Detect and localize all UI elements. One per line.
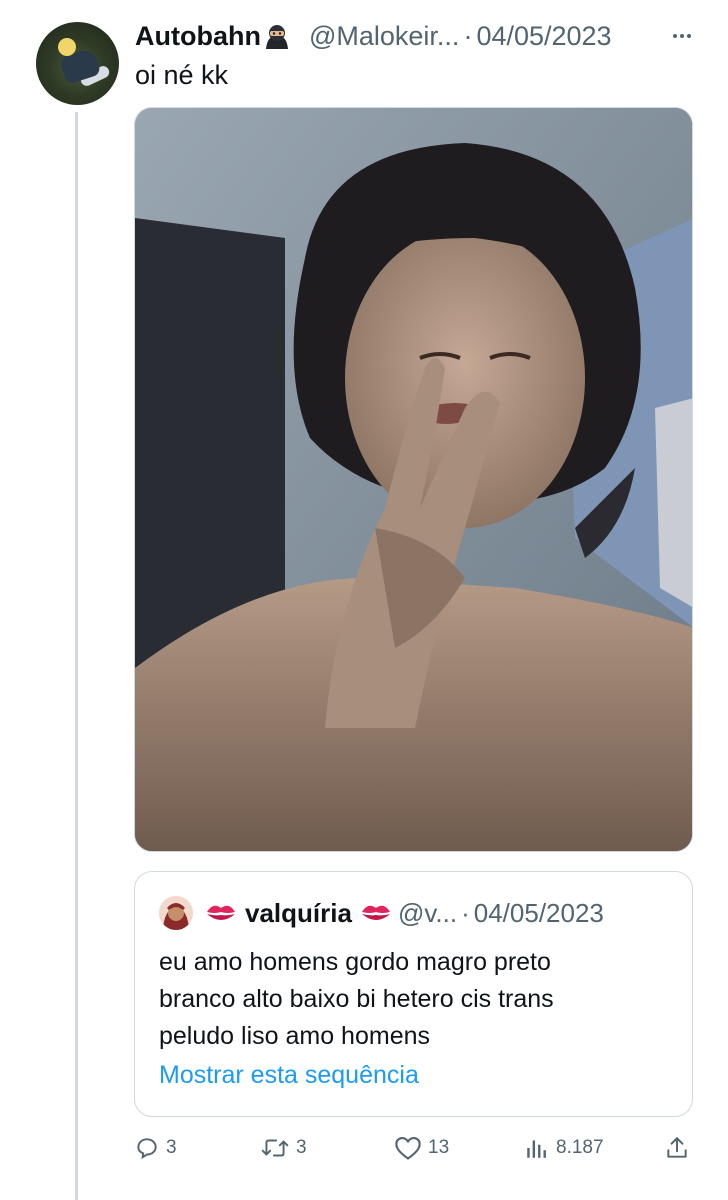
quoted-header: valquíria @v... · 04/05/2023 bbox=[205, 896, 652, 930]
views-icon bbox=[524, 1135, 550, 1161]
more-icon[interactable] bbox=[666, 22, 698, 50]
action-bar: 3 3 13 8.187 bbox=[134, 1130, 694, 1166]
like-count: 13 bbox=[428, 1137, 450, 1158]
tweet-text: oi né kk bbox=[135, 60, 229, 90]
quoted-text-line: branco alto baixo bi hetero cis trans bbox=[159, 985, 554, 1013]
tweet-photo[interactable] bbox=[134, 107, 693, 852]
retweet-icon bbox=[260, 1135, 290, 1161]
quoted-text: eu amo homens gordo magro preto branco a… bbox=[159, 944, 659, 1055]
tweet-page: Autobahn @Malokeir... · 04/05/2023 oi né… bbox=[0, 0, 728, 1200]
kiss-mark-icon bbox=[360, 900, 392, 926]
share-button[interactable] bbox=[664, 1130, 690, 1166]
reply-button[interactable]: 3 bbox=[134, 1130, 177, 1166]
show-thread-link[interactable]: Mostrar esta sequência bbox=[159, 1061, 419, 1090]
thread-line bbox=[75, 112, 78, 1200]
avatar[interactable] bbox=[36, 22, 119, 105]
quoted-text-line: peludo liso amo homens bbox=[159, 1022, 430, 1050]
views-button[interactable]: 8.187 bbox=[524, 1130, 604, 1166]
quoted-handle[interactable]: @v... bbox=[398, 898, 457, 929]
kiss-mark-icon bbox=[205, 900, 237, 926]
quoted-tweet[interactable]: valquíria @v... · 04/05/2023 eu amo home… bbox=[134, 871, 693, 1117]
like-button[interactable]: 13 bbox=[394, 1130, 449, 1166]
quoted-display-name[interactable]: valquíria bbox=[245, 898, 352, 929]
quoted-text-line: eu amo homens gordo magro preto bbox=[159, 948, 551, 976]
reply-count: 3 bbox=[166, 1137, 177, 1158]
ninja-emoji-icon bbox=[263, 23, 291, 51]
share-icon bbox=[664, 1135, 690, 1161]
retweet-count: 3 bbox=[296, 1137, 307, 1158]
quoted-avatar[interactable] bbox=[159, 896, 193, 930]
tweet-date[interactable]: 04/05/2023 bbox=[476, 21, 611, 52]
quoted-date[interactable]: 04/05/2023 bbox=[474, 898, 604, 929]
separator-dot: · bbox=[461, 897, 470, 928]
tweet-header: Autobahn @Malokeir... · 04/05/2023 bbox=[135, 18, 694, 54]
separator-dot: · bbox=[463, 20, 473, 51]
like-icon bbox=[394, 1135, 422, 1161]
views-count: 8.187 bbox=[556, 1137, 604, 1158]
handle[interactable]: @Malokeir... bbox=[309, 21, 459, 52]
reply-icon bbox=[134, 1135, 160, 1161]
retweet-button[interactable]: 3 bbox=[260, 1130, 307, 1166]
display-name[interactable]: Autobahn bbox=[135, 21, 261, 52]
